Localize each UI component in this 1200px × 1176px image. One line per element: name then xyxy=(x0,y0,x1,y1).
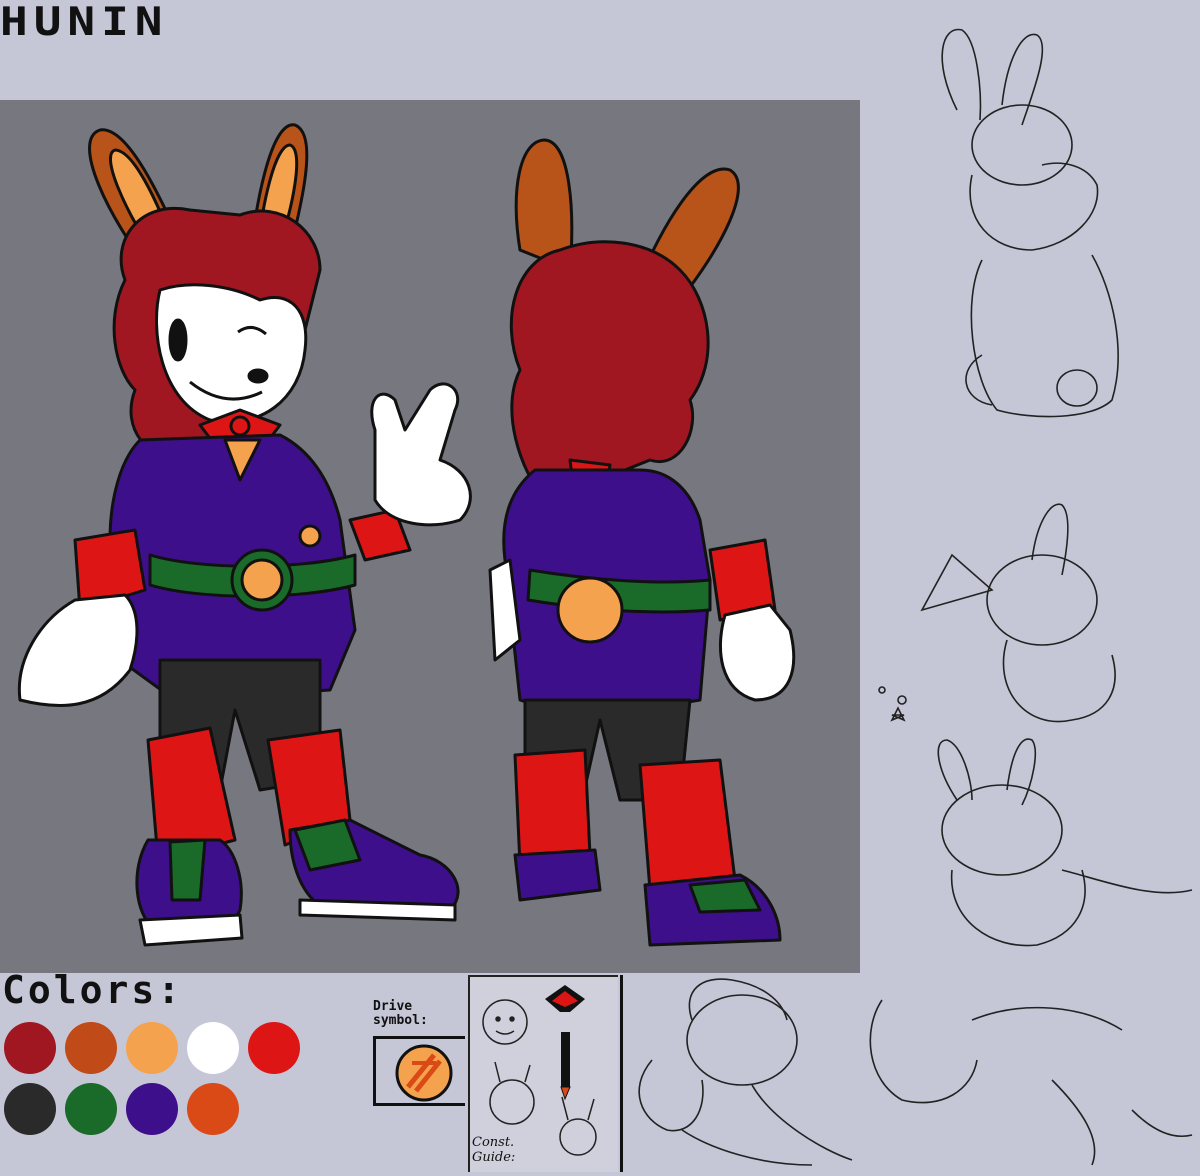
color-swatch xyxy=(65,1083,117,1135)
color-swatch xyxy=(126,1083,178,1135)
front-view-figure xyxy=(17,123,472,947)
sketch-studies-column xyxy=(878,28,1193,947)
color-swatch xyxy=(4,1083,56,1135)
character-turnaround-art xyxy=(17,123,796,947)
drive-symbol-label: Drive symbol: xyxy=(373,999,428,1028)
sketch-action-poses xyxy=(638,978,1193,1166)
colors-heading: Colors: xyxy=(2,968,184,1012)
reference-panel xyxy=(0,100,860,973)
drive-symbol-icon xyxy=(395,1044,453,1102)
construction-guide-label: Const. Guide: xyxy=(472,1135,516,1165)
character-name-title: HUNIN xyxy=(0,0,169,45)
color-swatch xyxy=(65,1022,117,1074)
panel-divider xyxy=(620,975,623,1172)
color-palette xyxy=(0,1018,300,1168)
color-swatch xyxy=(126,1022,178,1074)
color-swatch xyxy=(4,1022,56,1074)
color-swatch xyxy=(187,1083,239,1135)
back-view-figure xyxy=(488,138,796,947)
drive-symbol-box xyxy=(373,1036,465,1106)
color-swatch xyxy=(187,1022,239,1074)
color-swatch xyxy=(248,1022,300,1074)
